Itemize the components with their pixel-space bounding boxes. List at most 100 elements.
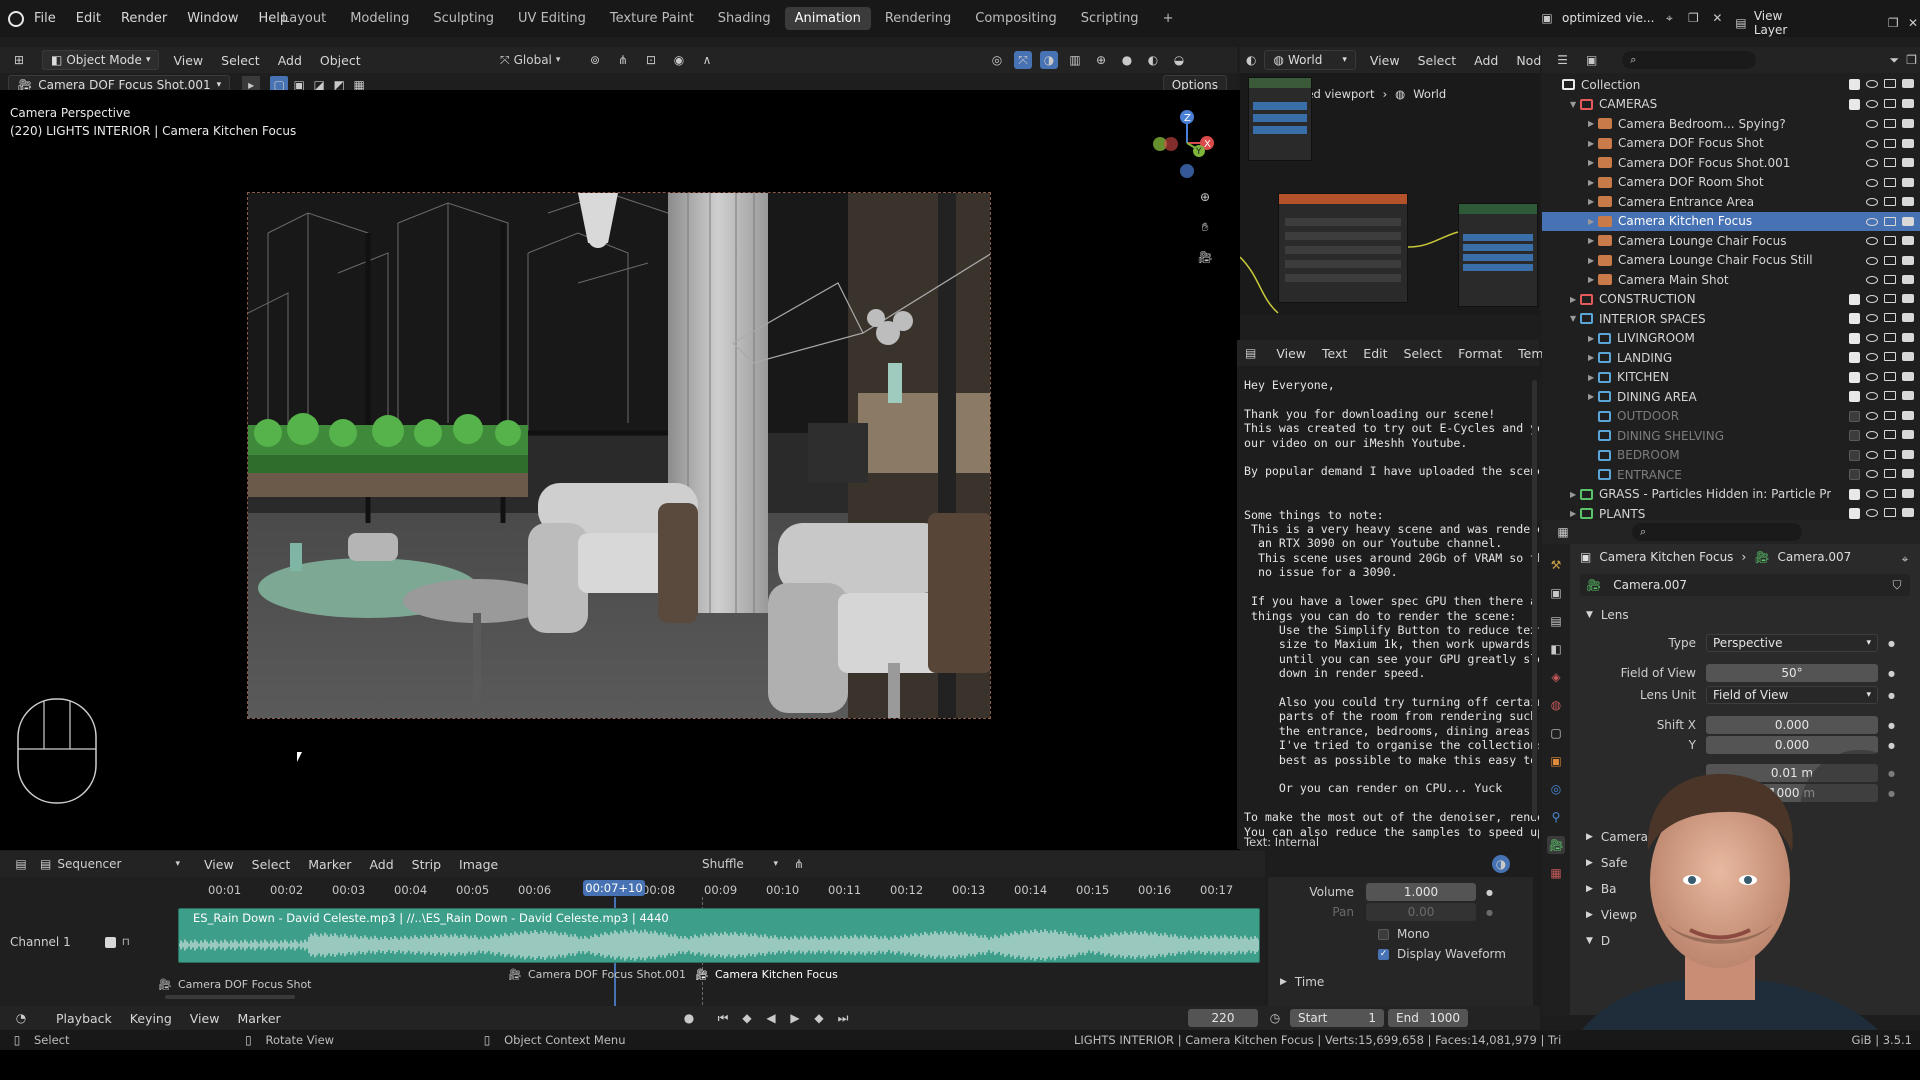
new-scene-icon[interactable]: ❐ xyxy=(1684,9,1702,27)
marker-1[interactable]: 🎥︎ Camera DOF Focus Shot xyxy=(158,978,312,991)
tab-animation[interactable]: Animation xyxy=(784,7,871,30)
exclude-checkbox[interactable] xyxy=(1849,313,1860,325)
start-frame-field[interactable]: Start 1 xyxy=(1290,1009,1384,1027)
outliner-row[interactable]: ▶ PLANTS xyxy=(1542,504,1920,519)
record-icon[interactable]: ● xyxy=(680,1009,698,1027)
exclude-checkbox[interactable] xyxy=(1849,332,1860,344)
snap-target-icon[interactable]: ⊡ xyxy=(642,51,660,69)
menu-select[interactable]: Select xyxy=(221,53,260,68)
eye-icon[interactable] xyxy=(1866,314,1878,323)
eye-icon[interactable] xyxy=(1866,237,1878,246)
expand-right-icon[interactable]: ▶ xyxy=(1570,509,1580,518)
eye-icon[interactable] xyxy=(1866,509,1878,518)
render-disable-icon[interactable] xyxy=(1902,371,1914,381)
scene-name[interactable]: optimized vie... xyxy=(1562,11,1654,25)
exclude-checkbox[interactable] xyxy=(1849,371,1860,383)
viewport-disable-icon[interactable] xyxy=(1884,293,1896,303)
menu-view[interactable]: View xyxy=(1276,346,1306,361)
horizontal-scrollbar[interactable] xyxy=(165,995,295,999)
outliner-row[interactable]: ▶ Camera Lounge Chair Focus xyxy=(1542,231,1920,251)
menu-add[interactable]: Add xyxy=(278,53,302,68)
menu-render[interactable]: Render xyxy=(121,11,167,26)
camera-datablock-selector[interactable]: 🎥︎ Camera.007 ⛉ xyxy=(1580,574,1910,596)
outliner-row[interactable]: BEDROOM xyxy=(1542,446,1920,466)
viewport-disable-icon[interactable] xyxy=(1884,332,1896,342)
outliner-row[interactable]: ENTRANCE xyxy=(1542,465,1920,485)
menu-add[interactable]: Add xyxy=(369,857,393,872)
sky-node[interactable] xyxy=(1248,77,1312,161)
viewport-disable-icon[interactable] xyxy=(1884,119,1896,129)
render-disable-icon[interactable] xyxy=(1902,98,1914,108)
viewport-disable-icon[interactable] xyxy=(1884,488,1896,498)
menu-window[interactable]: Window xyxy=(187,11,238,26)
solid-shading-icon[interactable]: ● xyxy=(1118,51,1136,69)
menu-marker[interactable]: Marker xyxy=(237,1011,280,1026)
render-disable-icon[interactable] xyxy=(1902,488,1914,498)
lens-type-dropdown[interactable]: Perspective ▾ xyxy=(1706,634,1878,652)
menu-format[interactable]: Format xyxy=(1458,346,1502,361)
viewport-disable-icon[interactable] xyxy=(1884,98,1896,108)
outliner-row[interactable]: ▶ Camera Entrance Area xyxy=(1542,192,1920,212)
pin-icon[interactable]: ⌖ xyxy=(1660,9,1678,27)
menu-select[interactable]: Select xyxy=(1418,53,1457,68)
viewport-disable-icon[interactable] xyxy=(1884,371,1896,381)
expand-down-icon[interactable]: ▼ xyxy=(1570,100,1580,109)
viewport-disable-icon[interactable] xyxy=(1884,177,1896,187)
menu-object[interactable]: Object xyxy=(320,53,361,68)
outliner-row[interactable]: ▶ KITCHEN xyxy=(1542,368,1920,388)
render-disable-icon[interactable] xyxy=(1902,293,1914,303)
display-mode-icon[interactable]: ▣ xyxy=(1583,51,1600,69)
viewport-disable-icon[interactable] xyxy=(1884,158,1896,168)
outliner-row[interactable]: ▼ CAMERAS xyxy=(1542,95,1920,115)
mode-dropdown[interactable]: ◧ Object Mode ▾ xyxy=(42,50,160,70)
outliner-row[interactable]: ▶ GRASS - Particles Hidden in: Particle P… xyxy=(1542,485,1920,505)
eye-icon[interactable] xyxy=(1866,411,1878,420)
display-waveform-checkbox[interactable]: ✓ xyxy=(1378,948,1389,960)
overlay-toggle-icon[interactable]: ◑ xyxy=(1492,855,1510,873)
exclude-checkbox[interactable] xyxy=(1849,449,1860,461)
xray-icon[interactable]: ▥ xyxy=(1066,51,1084,69)
blender-logo-icon[interactable] xyxy=(8,11,24,27)
sequencer-view-dropdown[interactable]: ▤ Sequencer ▾ xyxy=(40,857,180,871)
text-content[interactable]: Hey Everyone, Thank you for downloading … xyxy=(1237,366,1539,841)
channel-mute-checkbox[interactable] xyxy=(104,936,116,948)
render-disable-icon[interactable] xyxy=(1902,255,1914,265)
marker-3[interactable]: 🎥︎ Camera Kitchen Focus xyxy=(695,968,838,981)
render-disable-icon[interactable] xyxy=(1902,430,1914,440)
new-view-layer-icon[interactable]: ❐ xyxy=(1886,14,1900,32)
render-disable-icon[interactable] xyxy=(1902,391,1914,401)
render-disable-icon[interactable] xyxy=(1902,216,1914,226)
menu-select[interactable]: Select xyxy=(1404,346,1443,361)
scene-selector[interactable]: ▣ optimized vie... ⌖ ❐ ✕ xyxy=(1538,9,1726,27)
expand-right-icon[interactable]: ▶ xyxy=(1588,373,1598,382)
tab-texture-paint[interactable]: Texture Paint xyxy=(600,7,704,30)
render-tab-icon[interactable]: ▣ xyxy=(1547,584,1565,602)
editor-type-icon[interactable]: ◐ xyxy=(1246,51,1256,69)
tab-uv-editing[interactable]: UV Editing xyxy=(508,7,596,30)
delete-view-layer-icon[interactable]: ✕ xyxy=(1906,14,1920,32)
eye-icon[interactable] xyxy=(1866,392,1878,401)
viewport-disable-icon[interactable] xyxy=(1884,197,1896,207)
keyframe-dot-icon[interactable]: ● xyxy=(1888,669,1895,678)
prev-keyframe-icon[interactable]: ◆ xyxy=(738,1009,756,1027)
expand-right-icon[interactable]: ▶ xyxy=(1588,197,1598,206)
expand-right-icon[interactable]: ▶ xyxy=(1588,334,1598,343)
render-disable-icon[interactable] xyxy=(1902,508,1914,518)
menu-view[interactable]: View xyxy=(190,1011,220,1026)
exclude-checkbox[interactable] xyxy=(1849,410,1860,422)
outliner-row[interactable]: ▶ Camera Bedroom... Spying? xyxy=(1542,114,1920,134)
outliner-row[interactable]: ▶ LANDING xyxy=(1542,348,1920,368)
eye-icon[interactable] xyxy=(1866,217,1878,226)
eye-icon[interactable] xyxy=(1866,120,1878,129)
camera-view-icon[interactable]: 🎥︎ xyxy=(1196,248,1214,266)
eye-icon[interactable] xyxy=(1866,80,1878,89)
outliner-row[interactable]: ▶ Camera DOF Room Shot xyxy=(1542,173,1920,193)
tab-sculpting[interactable]: Sculpting xyxy=(423,7,504,30)
eye-icon[interactable] xyxy=(1866,178,1878,187)
viewport-disable-icon[interactable] xyxy=(1884,216,1896,226)
expand-right-icon[interactable]: ▶ xyxy=(1588,275,1598,284)
render-disable-icon[interactable] xyxy=(1902,236,1914,246)
expand-right-icon[interactable]: ▶ xyxy=(1588,392,1598,401)
outliner-search-input[interactable]: ⌕ xyxy=(1622,51,1756,69)
expand-right-icon[interactable]: ▶ xyxy=(1588,256,1598,265)
